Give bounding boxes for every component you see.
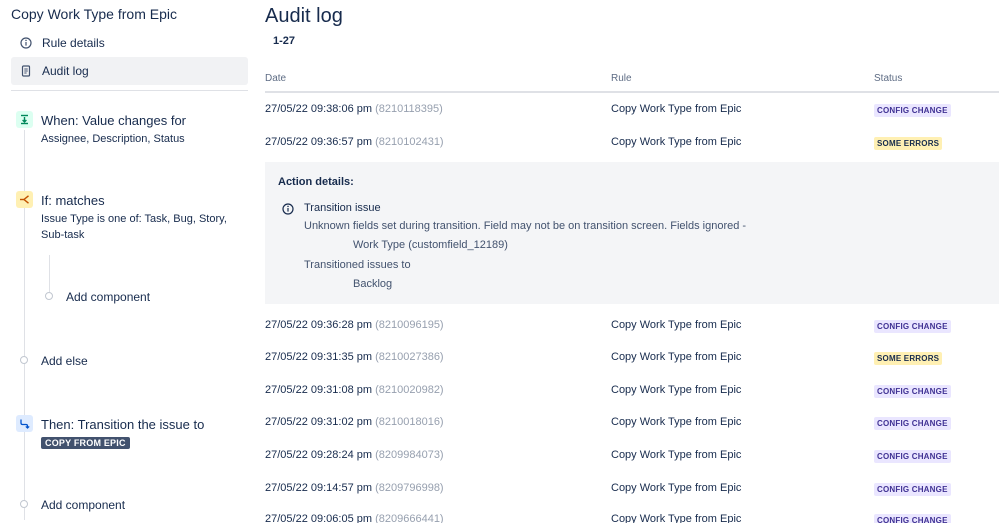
add-component-bottom-button[interactable]: Add component bbox=[41, 498, 125, 512]
nav-audit-log-label: Audit log bbox=[42, 64, 89, 78]
trigger-icon bbox=[16, 111, 33, 128]
row-date: 27/05/22 09:31:02 pm (8210018016) bbox=[265, 416, 444, 428]
audit-log-panel: Audit log 1-27 Date Rule Status 27/05/22… bbox=[265, 0, 999, 523]
column-header-status[interactable]: Status bbox=[874, 73, 902, 84]
add-component-inner-button[interactable]: Add component bbox=[66, 290, 150, 304]
info-icon bbox=[282, 202, 294, 215]
row-audit-id: (8210118395) bbox=[375, 103, 443, 115]
table-row-expanded[interactable]: 27/05/22 09:36:57 pm (8210102431) Copy W… bbox=[265, 127, 999, 159]
table-row[interactable]: 27/05/22 09:31:02 pm (8210018016) Copy W… bbox=[265, 407, 999, 439]
row-date: 27/05/22 09:31:08 pm (8210020982) bbox=[265, 384, 444, 396]
status-badge: SOME ERRORS bbox=[874, 352, 943, 365]
row-rule-name: Copy Work Type from Epic bbox=[611, 351, 742, 363]
status-badge: CONFIG CHANGE bbox=[874, 450, 951, 463]
row-audit-id: (8209796998) bbox=[375, 482, 444, 494]
flow-connector-line bbox=[24, 130, 25, 520]
info-icon bbox=[20, 37, 32, 49]
status-badge: CONFIG CHANGE bbox=[874, 483, 951, 496]
table-row[interactable]: 27/05/22 09:28:24 pm (8209984073) Copy W… bbox=[265, 440, 999, 472]
row-audit-id: (8210102431) bbox=[375, 136, 444, 148]
transition-target-lozenge: COPY FROM EPIC bbox=[41, 437, 130, 449]
row-date: 27/05/22 09:31:35 pm (8210027386) bbox=[265, 351, 444, 363]
row-audit-id: (8210018016) bbox=[375, 416, 444, 428]
ignored-field: Work Type (customfield_12189) bbox=[353, 239, 508, 251]
table-row[interactable]: 27/05/22 09:06:05 pm (8209666441) Copy W… bbox=[265, 504, 999, 523]
table-row[interactable]: 27/05/22 09:31:35 pm (8210027386) Copy W… bbox=[265, 342, 999, 374]
row-rule-name: Copy Work Type from Epic bbox=[611, 513, 742, 523]
rule-sidebar: Copy Work Type from Epic Rule details Au… bbox=[0, 0, 256, 523]
transitioned-value: Backlog bbox=[353, 278, 393, 290]
table-row[interactable]: 27/05/22 09:14:57 pm (8209796998) Copy W… bbox=[265, 473, 999, 505]
row-audit-id: (8210027386) bbox=[375, 351, 444, 363]
table-header-divider bbox=[265, 91, 999, 93]
table-row[interactable]: 27/05/22 09:38:06 pm (8210118395) Copy W… bbox=[265, 94, 999, 126]
row-date: 27/05/22 09:38:06 pm (8210118395) bbox=[265, 103, 443, 115]
action-icon bbox=[16, 415, 33, 432]
row-rule-name: Copy Work Type from Epic bbox=[611, 384, 742, 396]
condition-step-title[interactable]: If: matches bbox=[41, 193, 105, 208]
row-rule-name: Copy Work Type from Epic bbox=[611, 319, 742, 331]
add-else-button[interactable]: Add else bbox=[41, 354, 88, 368]
status-badge: CONFIG CHANGE bbox=[874, 514, 951, 523]
condition-step-subtitle: Issue Type is one of: Task, Bug, Story, … bbox=[41, 213, 227, 241]
action-details-panel: Action details: Transition issue Unknown… bbox=[265, 162, 999, 304]
trigger-step-subtitle: Assignee, Description, Status bbox=[41, 133, 185, 145]
status-badge: SOME ERRORS bbox=[874, 137, 943, 150]
status-badge: CONFIG CHANGE bbox=[874, 385, 951, 398]
pagination-range: 1-27 bbox=[273, 35, 296, 47]
add-else-dot bbox=[20, 356, 28, 364]
column-header-rule[interactable]: Rule bbox=[611, 73, 632, 84]
row-date: 27/05/22 09:06:05 pm (8209666441) bbox=[265, 513, 444, 523]
row-rule-name: Copy Work Type from Epic bbox=[611, 103, 742, 115]
page-title: Audit log bbox=[265, 5, 343, 27]
row-rule-name: Copy Work Type from Epic bbox=[611, 449, 742, 461]
nav-rule-details-label: Rule details bbox=[42, 36, 105, 50]
add-component-dot-bottom bbox=[20, 500, 28, 508]
row-date: 27/05/22 09:14:57 pm (8209796998) bbox=[265, 482, 444, 494]
status-badge: CONFIG CHANGE bbox=[874, 320, 951, 333]
column-header-date[interactable]: Date bbox=[265, 73, 286, 84]
add-component-dot bbox=[45, 292, 53, 300]
table-row[interactable]: 27/05/22 09:31:08 pm (8210020982) Copy W… bbox=[265, 375, 999, 407]
row-date: 27/05/22 09:36:28 pm (8210096195) bbox=[265, 319, 444, 331]
row-audit-id: (8210096195) bbox=[375, 319, 444, 331]
table-row[interactable]: 27/05/22 09:36:28 pm (8210096195) Copy W… bbox=[265, 310, 999, 342]
row-rule-name: Copy Work Type from Epic bbox=[611, 482, 742, 494]
document-icon bbox=[20, 65, 32, 77]
transitioned-label: Transitioned issues to bbox=[304, 259, 411, 271]
status-badge: CONFIG CHANGE bbox=[874, 104, 951, 117]
rule-title: Copy Work Type from Epic bbox=[11, 6, 177, 22]
row-date: 27/05/22 09:28:24 pm (8209984073) bbox=[265, 449, 444, 461]
row-audit-id: (8210020982) bbox=[375, 384, 444, 396]
row-rule-name: Copy Work Type from Epic bbox=[611, 416, 742, 428]
row-rule-name: Copy Work Type from Epic bbox=[611, 136, 742, 148]
trigger-step-title[interactable]: When: Value changes for bbox=[41, 113, 186, 128]
row-audit-id: (8209666441) bbox=[375, 513, 444, 523]
branch-connector-line bbox=[49, 255, 50, 292]
action-name: Transition issue bbox=[304, 202, 381, 214]
action-details-title: Action details: bbox=[278, 176, 354, 188]
nav-rule-details[interactable]: Rule details bbox=[11, 29, 248, 57]
condition-icon bbox=[16, 191, 33, 208]
action-message: Unknown fields set during transition. Fi… bbox=[304, 220, 747, 232]
sidebar-divider bbox=[11, 90, 248, 91]
status-badge: CONFIG CHANGE bbox=[874, 417, 951, 430]
nav-audit-log[interactable]: Audit log bbox=[11, 57, 248, 85]
row-audit-id: (8209984073) bbox=[375, 449, 444, 461]
row-date: 27/05/22 09:36:57 pm (8210102431) bbox=[265, 136, 444, 148]
action-step-title[interactable]: Then: Transition the issue to bbox=[41, 417, 204, 432]
